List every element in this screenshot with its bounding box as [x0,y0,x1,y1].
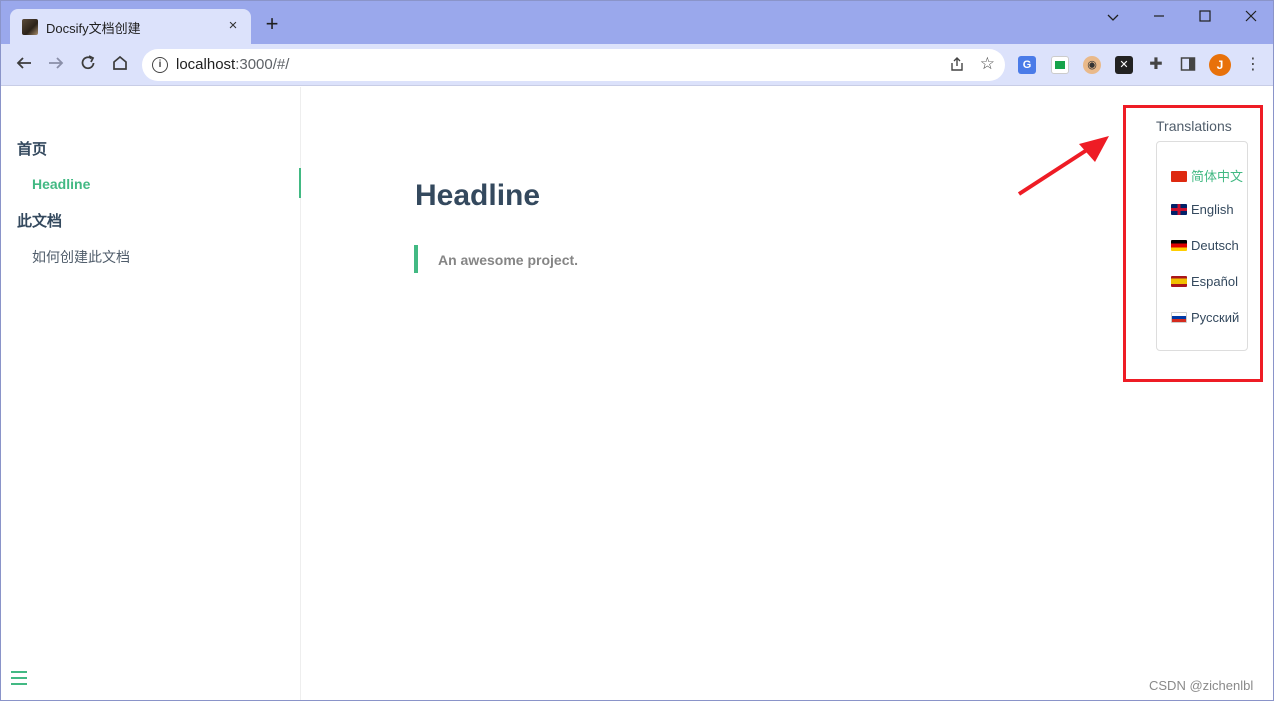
tab-title: Docsify文档创建 [46,21,141,36]
forward-icon[interactable] [45,54,67,76]
share-icon[interactable] [949,56,965,76]
close-icon[interactable] [1241,7,1261,27]
site-info-icon[interactable]: i [152,57,168,73]
x-extension-icon[interactable]: ✕ [1115,56,1133,74]
chevron-down-icon[interactable] [1103,7,1123,27]
bookmark-star-icon[interactable]: ☆ [980,54,995,74]
docsify-page: 首页 Headline 此文档 如何创建此文档 Headline An awes… [1,87,1273,700]
sidebar-item-headline[interactable]: Headline [32,176,90,192]
more-menu-icon[interactable]: ⋮ [1245,54,1261,76]
annotation-highlight-box [1123,105,1263,382]
url-text: localhost:3000/#/ [176,56,290,73]
extensions-puzzle-icon[interactable]: ✚ [1147,56,1165,74]
new-tab-button[interactable]: + [263,13,281,35]
maximize-icon[interactable] [1195,7,1215,27]
owl-extension-icon[interactable]: ◉ [1083,56,1101,74]
blockquote: An awesome project. [414,245,578,273]
sidebar-group-home[interactable]: 首页 [17,138,47,159]
sidebar-item-how-to-create[interactable]: 如何创建此文档 [32,247,130,267]
hamburger-menu-icon[interactable] [11,671,29,687]
home-icon[interactable] [109,54,131,76]
watermark: CSDN @zichenlbl [1149,678,1254,693]
browser-window: Docsify文档创建 × + i localhost:3000/#/ ☆ G … [0,0,1274,701]
minimize-icon[interactable] [1149,7,1169,27]
annotation-arrow-icon [1017,136,1109,196]
sidebar: 首页 Headline 此文档 如何创建此文档 [1,87,301,700]
reload-icon[interactable] [77,54,99,76]
back-icon[interactable] [13,54,35,76]
translate-extension-icon[interactable]: G [1018,56,1036,74]
profile-avatar[interactable]: J [1209,54,1231,76]
address-bar[interactable]: i localhost:3000/#/ ☆ [142,49,1005,81]
browser-tab[interactable]: Docsify文档创建 × [10,9,251,44]
sidebar-active-indicator [299,168,301,198]
page-headline: Headline [415,179,541,212]
tab-close-icon[interactable]: × [225,18,241,34]
browser-toolbar: i localhost:3000/#/ ☆ G ◉ ✕ ✚ J ⋮ [1,44,1273,86]
sidebar-group-this-doc[interactable]: 此文档 [17,210,62,231]
favicon-icon [22,19,38,35]
tab-strip: Docsify文档创建 × + [1,1,1273,44]
side-panel-icon[interactable] [1179,56,1197,74]
flag-extension-icon[interactable] [1051,56,1069,74]
